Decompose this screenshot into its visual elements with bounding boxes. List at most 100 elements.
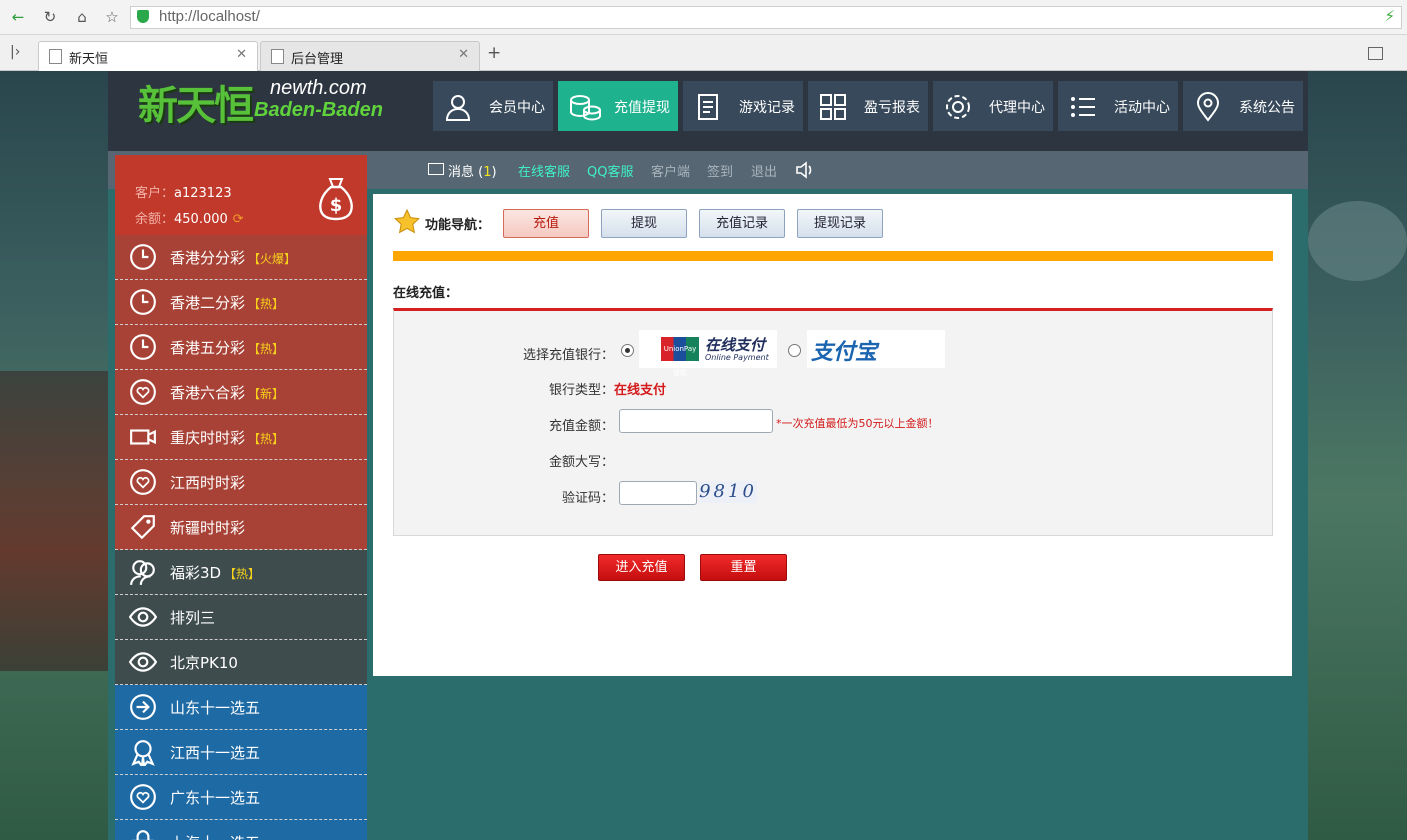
url-text: http://localhost/ (159, 8, 260, 25)
sidebar-item-5[interactable]: 江西时时彩 (115, 460, 367, 505)
sidebar-item-label: 北京PK10 (170, 654, 238, 672)
coins-icon (570, 95, 601, 121)
reset-button[interactable]: 重置 (700, 554, 787, 581)
submit-recharge-button[interactable]: 进入充值 (598, 554, 685, 581)
close-icon[interactable]: ✕ (458, 47, 469, 62)
captcha-label: 验证码： (561, 491, 614, 506)
tag-icon (130, 515, 155, 540)
sidebar-item-10[interactable]: 山东十一选五 (115, 685, 367, 730)
sidebar-item-11[interactable]: 江西十一选五 (115, 730, 367, 775)
reload-icon[interactable]: ↻ (38, 5, 62, 29)
qq-service-link[interactable]: QQ客服 (587, 161, 633, 180)
bank-type-label: 银行类型： (548, 383, 614, 398)
sidebar-item-2[interactable]: 香港五分彩 【热】 (115, 325, 367, 370)
url-input[interactable]: http://localhost/ ⚡ (130, 6, 1402, 29)
alipay-logo[interactable]: 支付宝 (807, 330, 945, 368)
withdraw-tab-button[interactable]: 提现 (601, 209, 687, 238)
heart-circle-icon (130, 379, 156, 405)
nav-profit-report[interactable]: 盈亏报表 (808, 81, 928, 131)
clock-icon (130, 244, 156, 270)
sidebar-item-6[interactable]: 新疆时时彩 (115, 505, 367, 550)
recharge-form: 选择充值银行： UnionPay 银联 在线支付 Online Payment … (393, 308, 1273, 536)
captcha-input[interactable] (619, 481, 697, 505)
section-title: 在线充值： (393, 286, 459, 301)
sidebar-item-9[interactable]: 北京PK10 (115, 640, 367, 685)
nav-game-records[interactable]: 游戏记录 (683, 81, 803, 131)
nav-label: 会员中心 (489, 100, 545, 116)
clock-icon (130, 289, 156, 315)
bank-select-label: 选择充值银行： (522, 348, 614, 363)
refresh-icon[interactable]: ⟳ (233, 212, 244, 227)
sidebar-item-tag: 【热】 (248, 342, 285, 356)
browser-tab-xintianheng[interactable]: 新天恒 ✕ (38, 41, 258, 71)
arrow-circle-icon (130, 694, 156, 720)
captcha-image[interactable]: 9810 (699, 481, 757, 503)
sidebar-item-8[interactable]: 排列三 (115, 595, 367, 640)
nav-system-notice[interactable]: 系统公告 (1183, 81, 1303, 131)
messages-link[interactable]: 消息 (1) (448, 161, 497, 180)
signin-link[interactable]: 签到 (707, 161, 733, 180)
back-arrow-icon[interactable]: ← (6, 5, 30, 29)
sidebar-item-3[interactable]: 香港六合彩 【新】 (115, 370, 367, 415)
nav-activity-center[interactable]: 活动中心 (1058, 81, 1178, 131)
lock-icon (132, 830, 154, 840)
unionpay-radio[interactable] (621, 344, 634, 357)
sidebar-toggle-icon[interactable]: |› (10, 44, 20, 60)
new-tab-button[interactable]: + (487, 43, 501, 63)
client-link[interactable]: 客户端 (651, 161, 690, 180)
tab-list-icon[interactable] (1368, 47, 1383, 60)
logout-link[interactable]: 退出 (751, 161, 777, 180)
recharge-records-tab-button[interactable]: 充值记录 (699, 209, 785, 238)
balance-label: 余额： (135, 212, 175, 227)
sidebar-item-1[interactable]: 香港二分彩 【热】 (115, 280, 367, 325)
sidebar-item-tag: 【新】 (248, 387, 285, 401)
tab-bar: |› 新天恒 ✕ 后台管理 ✕ + (0, 35, 1407, 71)
sidebar-item-label: 新疆时时彩 (170, 519, 246, 537)
envelope-icon (428, 163, 444, 175)
account-panel: 客户：a123123 余额：450.000 ⟳ $ (115, 155, 367, 235)
nav-label: 游戏记录 (739, 100, 795, 116)
amount-upper-label: 金额大写： (548, 455, 614, 470)
close-icon[interactable]: ✕ (236, 47, 247, 62)
customer-value: a123123 (174, 186, 232, 201)
online-service-link[interactable]: 在线客服 (518, 161, 570, 180)
logo-english: Baden-Baden (254, 99, 383, 121)
browser-toolbar: ← ↻ ⌂ ☆ http://localhost/ ⚡ (0, 0, 1407, 35)
home-icon[interactable]: ⌂ (70, 5, 94, 29)
logo-chinese[interactable]: 新天恒 (138, 73, 254, 131)
list-icon (1071, 97, 1095, 117)
sidebar-item-0[interactable]: 香港分分彩 【火爆】 (115, 235, 367, 280)
background-planet (1308, 201, 1407, 281)
sidebar-item-label: 香港五分彩 (170, 339, 246, 357)
nav-label: 代理中心 (989, 100, 1045, 116)
sidebar-item-13[interactable]: 上海十一选五 (115, 820, 367, 840)
nav-member-center[interactable]: 会员中心 (433, 81, 553, 131)
money-bag-icon: $ (319, 178, 353, 221)
nav-agent-center[interactable]: 代理中心 (933, 81, 1053, 131)
sidebar-item-label: 福彩3D (170, 564, 222, 582)
location-pin-icon (1196, 92, 1220, 122)
amount-note: *一次充值最低为50元以上金额！ (776, 417, 939, 430)
browser-tab-admin[interactable]: 后台管理 ✕ (260, 41, 480, 71)
nav-recharge-withdraw[interactable]: 充值提现 (558, 81, 678, 131)
logo-domain: newth.com (270, 77, 367, 99)
page-icon (271, 49, 284, 64)
sidebar-item-7[interactable]: 福彩3D 【热】 (115, 550, 367, 595)
recharge-tab-button[interactable]: 充值 (503, 209, 589, 238)
gear-icon (946, 95, 970, 119)
video-camera-icon (130, 429, 156, 445)
sidebar-item-4[interactable]: 重庆时时彩 【热】 (115, 415, 367, 460)
customer-label: 客户： (135, 186, 175, 201)
site-header: 新天恒 newth.com Baden-Baden 会员中心 充值提现 游戏记录… (108, 71, 1308, 151)
withdraw-records-tab-button[interactable]: 提现记录 (797, 209, 883, 238)
star-icon[interactable]: ☆ (100, 5, 124, 29)
lightning-icon[interactable]: ⚡ (1384, 7, 1395, 25)
speaker-icon[interactable] (795, 161, 815, 179)
unionpay-logo[interactable]: UnionPay 银联 在线支付 Online Payment (639, 330, 777, 377)
sidebar-item-12[interactable]: 广东十一选五 (115, 775, 367, 820)
alipay-radio[interactable] (788, 344, 801, 357)
site-container: 新天恒 newth.com Baden-Baden 会员中心 充值提现 游戏记录… (108, 71, 1308, 840)
nav-label: 盈亏报表 (864, 100, 920, 116)
amount-input[interactable] (619, 409, 773, 433)
alipay-text: 支付宝 (811, 340, 878, 365)
